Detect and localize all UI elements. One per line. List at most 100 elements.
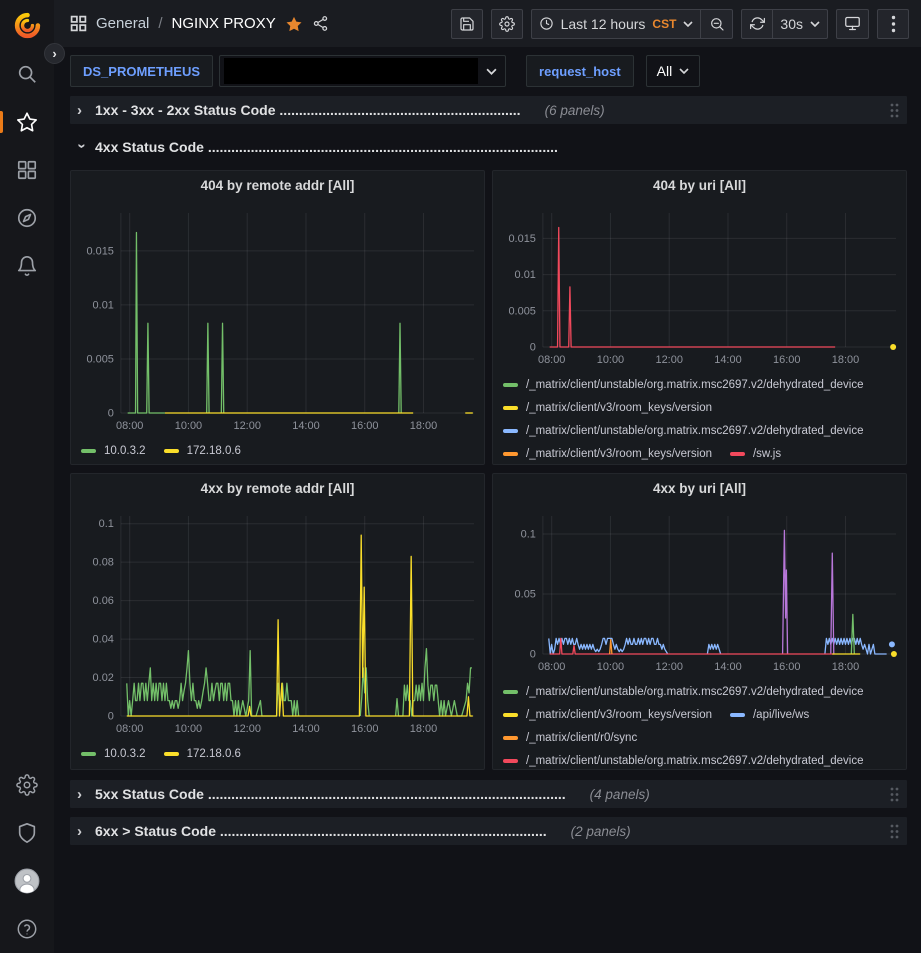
legend-item[interactable]: /_matrix/client/unstable/org.matrix.msc2… (503, 686, 864, 698)
panel-title[interactable]: 4xx by uri [All] (493, 474, 906, 502)
sidebar-item-starred[interactable] (0, 98, 54, 146)
svg-text:0.015: 0.015 (86, 245, 113, 257)
legend-label: /sw.js (753, 448, 781, 460)
svg-text:0.1: 0.1 (99, 518, 114, 530)
sidebar-item-server-admin[interactable] (0, 809, 54, 857)
legend-item[interactable]: /_matrix/client/r0/sync (503, 732, 637, 744)
svg-text:12:00: 12:00 (234, 420, 261, 432)
refresh-button[interactable] (741, 9, 773, 39)
drag-handle-icon[interactable] (889, 786, 900, 803)
legend-row: /_matrix/client/v3/room_keys/version/sw.… (503, 442, 896, 464)
svg-text:18:00: 18:00 (832, 354, 859, 366)
variable-dropdown-ds-prometheus[interactable] (219, 55, 506, 87)
legend-swatch (503, 713, 518, 717)
svg-text:0: 0 (530, 648, 536, 660)
legend-item[interactable]: /_matrix/client/v3/room_keys/version (503, 709, 712, 721)
row-header-6xx[interactable]: › 6xx > Status Code ....................… (70, 817, 907, 845)
legend-swatch (81, 449, 96, 453)
search-icon (16, 63, 38, 85)
legend-item[interactable]: 172.18.0.6 (164, 748, 241, 760)
svg-text:18:00: 18:00 (410, 420, 437, 432)
svg-text:0.1: 0.1 (521, 528, 536, 540)
dashboard-grid-icon (70, 15, 87, 32)
chevron-right-icon: › (77, 102, 87, 119)
breadcrumb-separator: / (158, 15, 162, 32)
legend-row: /_matrix/client/unstable/org.matrix.msc2… (503, 419, 896, 442)
panel-chart[interactable]: 00.0050.010.01508:0010:0012:0014:0016:00… (493, 199, 906, 371)
legend-item[interactable]: /api/live/ws (730, 709, 809, 721)
sidebar-expand-button[interactable]: › (44, 43, 65, 64)
dashboard-scroll-area[interactable]: › 1xx - 3xx - 2xx Status Code ..........… (54, 95, 921, 953)
sidebar-item-profile[interactable] (0, 857, 54, 905)
legend-row: /_matrix/client/v3/room_keys/version/api… (503, 703, 896, 726)
legend-label: /api/live/ws (753, 709, 809, 721)
grafana-logo[interactable] (0, 0, 54, 50)
legend-label: 10.0.3.2 (104, 748, 146, 760)
panel-title[interactable]: 404 by remote addr [All] (71, 171, 484, 199)
svg-text:0.05: 0.05 (515, 588, 536, 600)
svg-text:14:00: 14:00 (292, 420, 319, 432)
legend-item[interactable]: 172.18.0.6 (164, 445, 241, 457)
row-header-4xx[interactable]: › 4xx Status Code ......................… (70, 133, 907, 161)
legend-label: 172.18.0.6 (187, 748, 241, 760)
legend-item[interactable]: /_matrix/client/unstable/org.matrix.msc2… (503, 425, 864, 437)
sidebar-item-explore[interactable] (0, 194, 54, 242)
dashboards-icon (16, 159, 38, 181)
panel-title[interactable]: 404 by uri [All] (493, 171, 906, 199)
chevron-down-icon (810, 21, 820, 27)
legend-item[interactable]: /_matrix/client/v3/room_keys/version (503, 402, 712, 414)
refresh-interval-dropdown[interactable]: 30s (773, 9, 828, 39)
row-header-5xx[interactable]: › 5xx Status Code ......................… (70, 780, 907, 808)
svg-text:14:00: 14:00 (714, 354, 741, 366)
share-icon[interactable] (312, 15, 329, 32)
legend-item[interactable]: 10.0.3.2 (81, 445, 146, 457)
kebab-menu-button[interactable] (877, 9, 909, 39)
legend-swatch (503, 736, 518, 740)
save-dashboard-button[interactable] (451, 9, 483, 39)
variable-dropdown-request-host[interactable]: All (646, 55, 701, 87)
kiosk-mode-button[interactable] (836, 9, 869, 39)
panel-chart[interactable]: 00.050.108:0010:0012:0014:0016:0018:00 (493, 502, 906, 678)
refresh-group: 30s (741, 9, 828, 39)
legend-item[interactable]: 10.0.3.2 (81, 748, 146, 760)
svg-text:0.06: 0.06 (93, 595, 114, 607)
sidebar-item-dashboards[interactable] (0, 146, 54, 194)
svg-text:12:00: 12:00 (234, 723, 261, 735)
timezone-label: CST (652, 17, 676, 31)
legend-label: /_matrix/client/unstable/org.matrix.msc2… (526, 755, 864, 767)
zoom-out-button[interactable] (701, 9, 733, 39)
legend-item[interactable]: /_matrix/client/unstable/org.matrix.msc2… (503, 379, 864, 391)
breadcrumb-section[interactable]: General (96, 15, 149, 32)
dashboard-settings-button[interactable] (491, 9, 523, 39)
time-range-label: Last 12 hours (561, 16, 646, 32)
drag-handle-icon[interactable] (889, 823, 900, 840)
svg-text:12:00: 12:00 (656, 661, 683, 673)
variable-label-request-host[interactable]: request_host (526, 55, 634, 87)
active-indicator (0, 111, 3, 133)
variable-label-ds-prometheus[interactable]: DS_PROMETHEUS (70, 55, 213, 87)
panel-legend: /_matrix/client/unstable/org.matrix.msc2… (493, 371, 906, 464)
legend-item[interactable]: /_matrix/client/unstable/org.matrix.msc2… (503, 755, 864, 767)
svg-text:08:00: 08:00 (116, 420, 143, 432)
sidebar-item-alerting[interactable] (0, 242, 54, 290)
drag-handle-icon[interactable] (889, 102, 900, 119)
gear-icon (16, 774, 38, 796)
sidebar-item-settings[interactable] (0, 761, 54, 809)
panel-chart[interactable]: 00.0050.010.01508:0010:0012:0014:0016:00… (71, 199, 484, 437)
panel-legend: 10.0.3.2 172.18.0.6 (71, 437, 484, 464)
svg-text:16:00: 16:00 (351, 420, 378, 432)
sidebar-item-help[interactable] (0, 905, 54, 953)
panel-chart[interactable]: 00.020.040.060.080.108:0010:0012:0014:00… (71, 502, 484, 740)
time-range-button[interactable]: Last 12 hours CST (531, 9, 702, 39)
row-header-1xx-3xx-2xx[interactable]: › 1xx - 3xx - 2xx Status Code ..........… (70, 96, 907, 124)
panel-title[interactable]: 4xx by remote addr [All] (71, 474, 484, 502)
favorite-star-icon[interactable] (285, 15, 303, 33)
svg-text:10:00: 10:00 (175, 723, 202, 735)
legend-label: 172.18.0.6 (187, 445, 241, 457)
panel: 4xx by uri [All]00.050.108:0010:0012:001… (492, 473, 907, 770)
svg-text:0.08: 0.08 (93, 557, 114, 569)
legend-item[interactable]: /sw.js (730, 448, 781, 460)
dashboard-title[interactable]: NGINX PROXY (172, 15, 276, 32)
legend-label: 10.0.3.2 (104, 445, 146, 457)
legend-item[interactable]: /_matrix/client/v3/room_keys/version (503, 448, 712, 460)
